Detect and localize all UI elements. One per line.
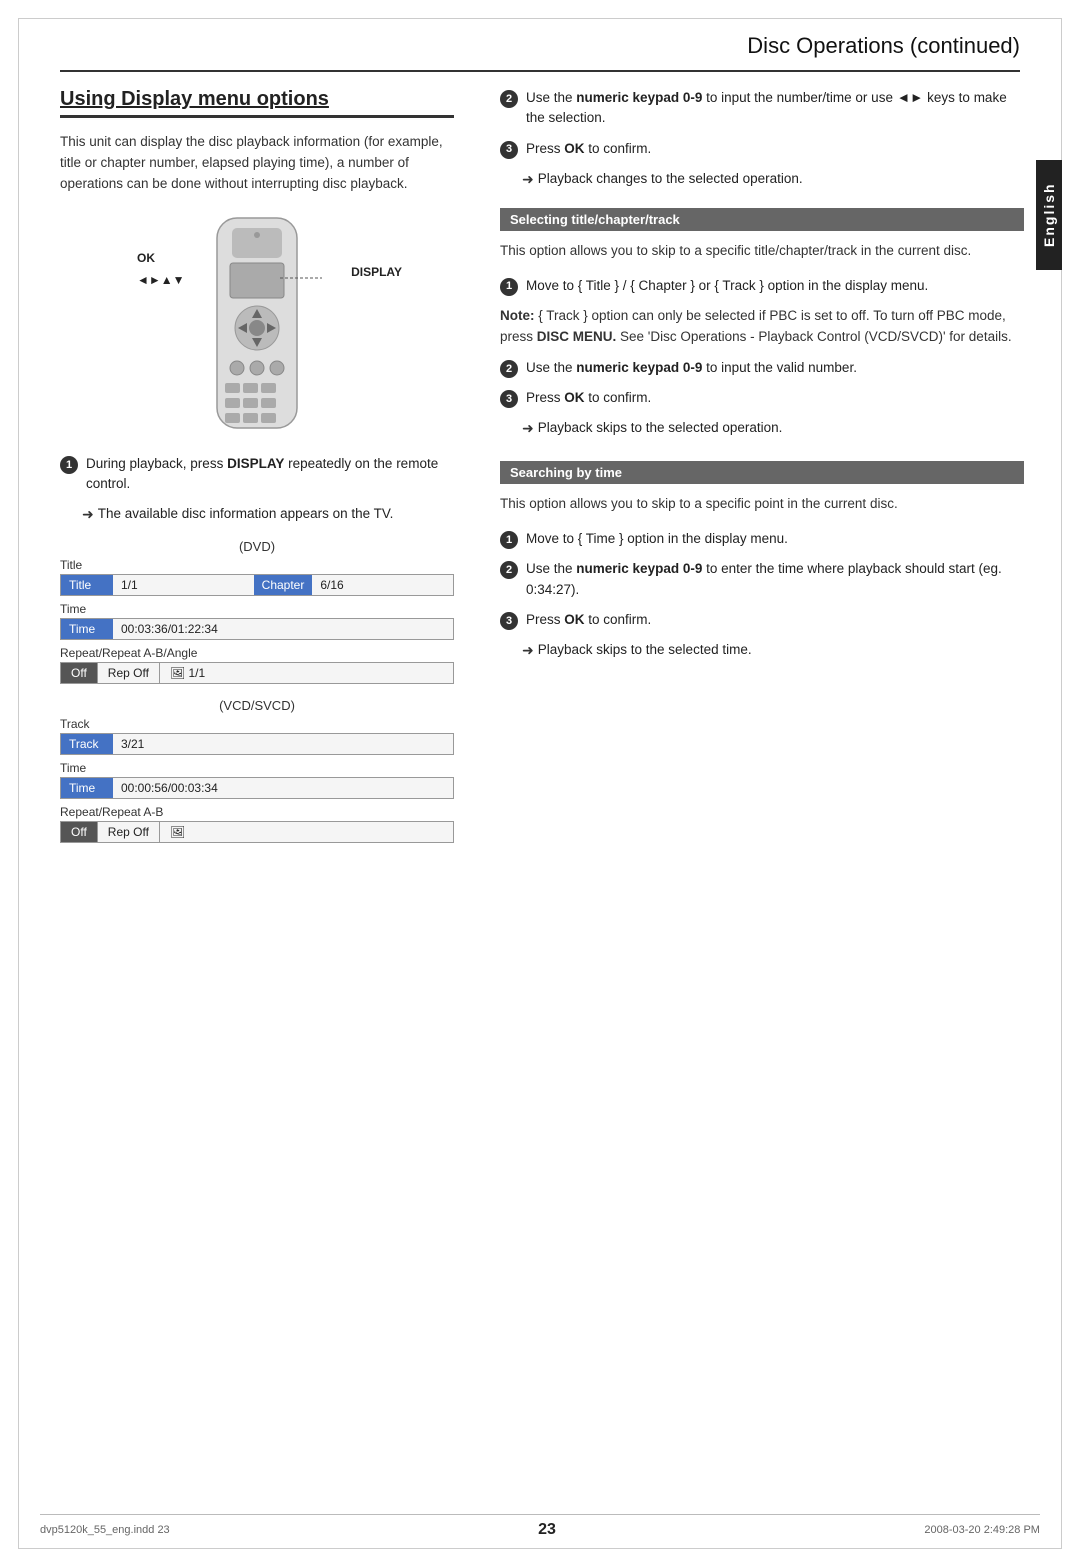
dvd-title-val1: 1/1 xyxy=(113,576,254,594)
subtitle-text: (continued) xyxy=(904,33,1020,58)
s2-step-3-text: Press OK to confirm. xyxy=(526,610,651,630)
step-3-arrow: ➜ Playback changes to the selected opera… xyxy=(522,169,1024,190)
dvd-chapter-val: 6/16 xyxy=(312,576,453,594)
s2-step-1: 1 Move to { Time } option in the display… xyxy=(500,529,1024,549)
dvd-time-cell: Time xyxy=(61,619,113,639)
dvd-repoff-cell: Rep Off xyxy=(98,663,160,683)
vcd-off-cell: Off xyxy=(61,822,98,842)
page-number: 23 xyxy=(538,1521,556,1539)
footer-left: dvp5120k_55_eng.indd 23 xyxy=(40,1524,170,1536)
dvd-chapter-cell: Chapter xyxy=(254,575,313,595)
s1-step-1: 1 Move to { Title } / { Chapter } or { T… xyxy=(500,276,1024,296)
vcd-track-label: Track xyxy=(60,717,454,731)
section2-header: Searching by time xyxy=(500,461,1024,484)
s1-step-3-arrow-text: Playback skips to the selected operation… xyxy=(538,418,783,439)
s2-step-3: 3 Press OK to confirm. xyxy=(500,610,1024,630)
vcd-repeat-box: Off Rep Off 🖼 xyxy=(60,821,454,843)
dvd-off-cell: Off xyxy=(61,663,98,683)
vcd-track-val: 3/21 xyxy=(113,735,453,753)
remote-area: OK ◄►▲▼ xyxy=(60,213,454,436)
step-1-arrow: ➜ The available disc information appears… xyxy=(82,504,454,525)
step-1: 1 During playback, press DISPLAY repeate… xyxy=(60,454,454,495)
s2-step-2-num: 2 xyxy=(500,561,518,579)
s2-step-1-num: 1 xyxy=(500,531,518,549)
s2-step-3-arrow: ➜ Playback skips to the selected time. xyxy=(522,640,1024,661)
step-1-text: During playback, press DISPLAY repeatedl… xyxy=(86,454,454,495)
vcd-section: (VCD/SVCD) Track Track 3/21 Time Time 00… xyxy=(60,698,454,843)
dvd-time-row-label: Time xyxy=(60,602,454,616)
vcd-time-cell: Time xyxy=(61,778,113,798)
vcd-icon-cell: 🖼 xyxy=(160,822,195,842)
s1-step-3: 3 Press OK to confirm. xyxy=(500,388,1024,408)
step-3-num: 3 xyxy=(500,141,518,159)
dvd-angle-cell: 🖼 1/1 xyxy=(160,663,215,683)
step-2-text: Use the numeric keypad 0-9 to input the … xyxy=(526,88,1024,129)
step-1-arrow-text: The available disc information appears o… xyxy=(98,504,394,525)
s1-note: Note: { Track } option can only be selec… xyxy=(500,306,1024,348)
dvd-label: (DVD) xyxy=(60,539,454,554)
ok-label: OK xyxy=(137,251,185,265)
s2-step-2-text: Use the numeric keypad 0-9 to enter the … xyxy=(526,559,1024,600)
dvd-repeat-box: Off Rep Off 🖼 1/1 xyxy=(60,662,454,684)
s1-step-2: 2 Use the numeric keypad 0-9 to input th… xyxy=(500,358,1024,378)
step-3-text: Press OK to confirm. xyxy=(526,139,651,159)
vcd-time-label: Time xyxy=(60,761,454,775)
s1-step-3-text: Press OK to confirm. xyxy=(526,388,651,408)
s1-step-2-num: 2 xyxy=(500,360,518,378)
vcd-label: (VCD/SVCD) xyxy=(60,698,454,713)
step-3-arrow-text: Playback changes to the selected operati… xyxy=(538,169,803,190)
step-2-num: 2 xyxy=(500,90,518,108)
s1-step-1-text: Move to { Title } / { Chapter } or { Tra… xyxy=(526,276,928,296)
section2-intro: This option allows you to skip to a spec… xyxy=(500,494,1024,515)
step-2: 2 Use the numeric keypad 0-9 to input th… xyxy=(500,88,1024,129)
page-header: Disc Operations (continued) xyxy=(0,0,1080,70)
page-footer: dvp5120k_55_eng.indd 23 23 2008-03-20 2:… xyxy=(40,1514,1040,1539)
step-1-num: 1 xyxy=(60,456,78,474)
dvd-time-val: 00:03:36/01:22:34 xyxy=(113,620,453,638)
arrow-label: ◄►▲▼ xyxy=(137,273,185,287)
dvd-title-cell: Title xyxy=(61,575,113,595)
dvd-title-row-label: Title xyxy=(60,558,454,572)
dvd-section: (DVD) Title Title 1/1 Chapter 6/16 Time … xyxy=(60,539,454,684)
english-tab: English xyxy=(1036,160,1062,270)
vcd-time-box: Time 00:00:56/00:03:34 xyxy=(60,777,454,799)
dvd-title-box: Title 1/1 Chapter 6/16 xyxy=(60,574,454,596)
s2-step-3-arrow-text: Playback skips to the selected time. xyxy=(538,640,752,661)
display-label: DISPLAY xyxy=(351,265,402,279)
s1-step-2-text: Use the numeric keypad 0-9 to input the … xyxy=(526,358,857,378)
s1-step-1-num: 1 xyxy=(500,278,518,296)
s1-step-3-num: 3 xyxy=(500,390,518,408)
s1-step-3-arrow: ➜ Playback skips to the selected operati… xyxy=(522,418,1024,439)
s2-step-2: 2 Use the numeric keypad 0-9 to enter th… xyxy=(500,559,1024,600)
dvd-time-box: Time 00:03:36/01:22:34 xyxy=(60,618,454,640)
title-text: Disc Operations xyxy=(747,33,904,58)
s2-step-1-text: Move to { Time } option in the display m… xyxy=(526,529,788,549)
vcd-repeat-label: Repeat/Repeat A-B xyxy=(60,805,454,819)
vcd-time-val: 00:00:56/00:03:34 xyxy=(113,779,453,797)
section1-header: Selecting title/chapter/track xyxy=(500,208,1024,231)
vcd-track-box: Track 3/21 xyxy=(60,733,454,755)
dvd-repeat-label: Repeat/Repeat A-B/Angle xyxy=(60,646,454,660)
step-3: 3 Press OK to confirm. xyxy=(500,139,1024,159)
vcd-repoff-cell: Rep Off xyxy=(98,822,160,842)
section1-intro: This option allows you to skip to a spec… xyxy=(500,241,1024,262)
intro-text: This unit can display the disc playback … xyxy=(60,132,454,195)
page-title: Disc Operations (continued) xyxy=(747,28,1020,59)
right-column: 2 Use the numeric keypad 0-9 to input th… xyxy=(490,72,1040,863)
left-column: Using Display menu options This unit can… xyxy=(40,72,470,863)
footer-right: 2008-03-20 2:49:28 PM xyxy=(924,1524,1040,1536)
main-content: Using Display menu options This unit can… xyxy=(0,72,1080,863)
vcd-track-cell: Track xyxy=(61,734,113,754)
s2-step-3-num: 3 xyxy=(500,612,518,630)
section-title: Using Display menu options xyxy=(60,88,454,118)
remote-illustration xyxy=(192,213,322,433)
